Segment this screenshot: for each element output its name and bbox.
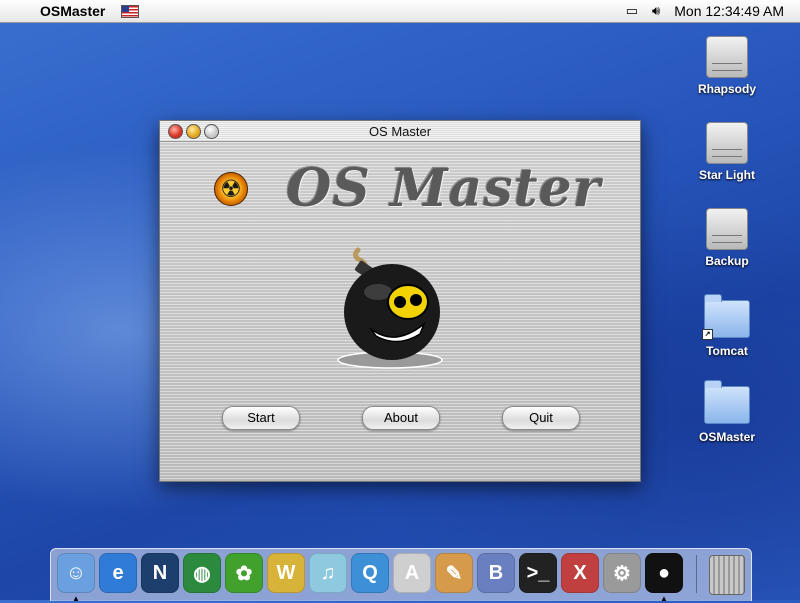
us-flag-icon[interactable] [121,4,140,18]
radiation-icon [214,172,248,206]
dock-globe-icon[interactable]: ◍ [183,553,221,593]
window-content: OS Master Start About Quit [160,142,640,481]
dock-netscape-icon[interactable]: N [141,553,179,593]
desktop-icon-rhapsody[interactable]: Rhapsody [682,36,772,96]
volume-icon[interactable]: 🔊︎ [652,3,660,19]
desktop-icon-backup[interactable]: Backup [682,208,772,268]
desktop-icon-label: Rhapsody [697,82,756,96]
about-button[interactable]: About [362,406,440,430]
dock-terminal-icon[interactable]: >_ [519,553,557,593]
dock-bbedit-icon[interactable]: B [477,553,515,593]
dock-www-tool-icon[interactable]: W [267,553,305,593]
dock-icq-icon[interactable]: ✿ [225,553,263,593]
desktop-icon-tomcat[interactable]: ↗ Tomcat [682,294,772,358]
menu-bar: OSMaster ▭ 🔊︎ Mon 12:34:49 AM [0,0,800,23]
quit-button[interactable]: Quit [502,406,580,430]
folder-icon [704,380,750,424]
folder-alias-icon: ↗ [702,294,750,340]
window-titlebar[interactable]: OS Master [160,121,640,142]
dock-items: ☺eN◍✿W♫QA✎B>_X⚙● [57,553,683,603]
dock-finder-icon[interactable]: ☺ [57,553,95,603]
dock: ☺eN◍✿W♫QA✎B>_X⚙● [50,548,752,603]
dock-quicktime-icon[interactable]: Q [351,553,389,593]
trash-icon[interactable] [709,555,745,595]
dock-system-prefs-icon[interactable]: ⚙ [603,553,641,593]
dock-itunes-icon[interactable]: ♫ [309,553,347,593]
hard-drive-icon [706,36,748,78]
dock-separator [696,555,697,593]
osmaster-window: OS Master OS Master Start About Quit [159,120,641,482]
dock-x11-icon[interactable]: X [561,553,599,593]
window-title: OS Master [368,124,432,139]
app-logo-text: OS Master [286,158,601,219]
dock-textedit-icon[interactable]: A [393,553,431,593]
display-icon[interactable]: ▭ [626,3,638,19]
bomb-mascot-icon [337,247,443,369]
menu-extras: ▭ 🔊︎ Mon 12:34:49 AM [626,3,800,19]
desktop-icon-label: Tomcat [706,344,748,358]
start-button[interactable]: Start [222,406,300,430]
desktop-icon-label: OSMaster [698,430,756,444]
hard-drive-icon [706,122,748,164]
menu-clock[interactable]: Mon 12:34:49 AM [674,3,784,19]
alias-arrow-icon: ↗ [702,329,713,340]
app-menu[interactable]: OSMaster [40,3,105,19]
desktop-icon-osmaster[interactable]: OSMaster [682,380,772,444]
dock-osmaster-bomb-icon[interactable]: ● [645,553,683,603]
dock-internet-explorer-icon[interactable]: e [99,553,137,593]
desktop-icon-star-light[interactable]: Star Light [682,122,772,182]
desktop-icon-label: Backup [705,254,749,268]
hard-drive-icon [706,208,748,250]
desktop-icon-label: Star Light [699,168,755,182]
dock-preview-icon[interactable]: ✎ [435,553,473,593]
